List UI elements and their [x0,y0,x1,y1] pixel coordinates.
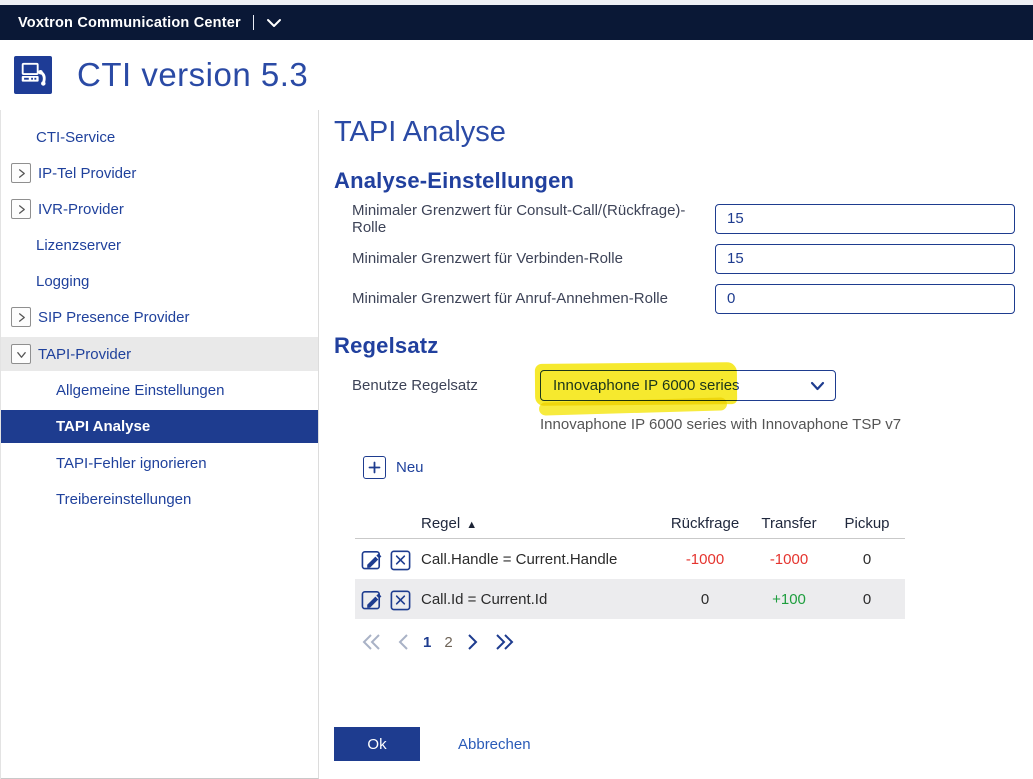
sidebar: CTI-Service IP-Tel Provider IVR-Provider… [1,110,319,779]
add-new-rule-button[interactable]: Neu [363,456,1033,479]
column-header-regel[interactable]: Regel▲ [421,515,661,532]
chevron-right-icon[interactable] [11,199,31,219]
last-page-icon[interactable] [493,633,515,651]
topbar-divider [253,15,254,30]
sidebar-item-tapi-provider[interactable]: TAPI-Provider [1,337,318,371]
chevron-down-icon[interactable] [265,17,283,29]
rule-name: Call.Handle = Current.Handle [421,551,661,568]
ok-button[interactable]: Ok [334,727,420,761]
anruf-annehmen-threshold-input[interactable] [715,284,1015,314]
field-label: Minimaler Grenzwert für Verbinden-Rolle [352,250,715,267]
sidebar-item-ivr-provider[interactable]: IVR-Provider [1,191,318,227]
next-page-icon[interactable] [466,633,480,651]
sidebar-item-treibereinstellungen[interactable]: Treibereinstellungen [1,481,318,517]
first-page-icon[interactable] [361,633,383,651]
table-header-row: Regel▲ Rückfrage Transfer Pickup [355,509,905,539]
page-number[interactable]: 2 [444,634,452,651]
page-title-app: CTI version 5.3 [77,56,308,94]
form-row-consult-call: Minimaler Grenzwert für Consult-Call/(Rü… [352,203,1033,234]
cti-app-icon [14,56,52,94]
delete-icon[interactable] [389,588,412,611]
column-header-transfer[interactable]: Transfer [749,515,829,532]
rueckfrage-value: -1000 [661,551,749,568]
field-label: Minimaler Grenzwert für Consult-Call/(Rü… [352,202,715,236]
rule-name: Call.Id = Current.Id [421,591,661,608]
main-content: TAPI Analyse Analyse-Einstellungen Minim… [319,110,1033,779]
chevron-down-icon[interactable] [11,344,31,364]
app-header: CTI version 5.3 [0,40,1033,110]
new-button-label: Neu [396,459,424,476]
regelsatz-description: Innovaphone IP 6000 series with Innovaph… [540,416,1033,433]
sidebar-item-sip-presence-provider[interactable]: SIP Presence Provider [1,299,318,335]
previous-page-icon[interactable] [396,633,410,651]
pickup-value: 0 [829,551,905,568]
page-number-current[interactable]: 1 [423,634,431,651]
chevron-down-icon [810,379,825,396]
transfer-value: -1000 [749,551,829,568]
pagination: 1 2 [361,628,1033,656]
regelsatz-selected-value: Innovaphone IP 6000 series [553,377,740,394]
edit-icon[interactable] [361,588,384,611]
verbinden-threshold-input[interactable] [715,244,1015,274]
pickup-value: 0 [829,591,905,608]
topbar: Voxtron Communication Center [0,5,1033,40]
consult-call-threshold-input[interactable] [715,204,1015,234]
section-heading-regelsatz: Regelsatz [334,333,1033,359]
section-heading-analyse: Analyse-Einstellungen [334,168,1033,194]
edit-icon[interactable] [361,548,384,571]
regelsatz-select-row: Benutze Regelsatz Innovaphone IP 6000 se… [352,369,1033,401]
column-header-rueckfrage[interactable]: Rückfrage [661,515,749,532]
form-row-anruf-annehmen: Minimaler Grenzwert für Anruf-Annehmen-R… [352,283,1033,314]
chevron-right-icon[interactable] [11,307,31,327]
regelsatz-select[interactable]: Innovaphone IP 6000 series [540,370,836,401]
column-header-pickup[interactable]: Pickup [829,515,905,532]
transfer-value: +100 [749,591,829,608]
rueckfrage-value: 0 [661,591,749,608]
rules-table: Regel▲ Rückfrage Transfer Pickup [355,509,905,619]
regelsatz-select-wrap: Innovaphone IP 6000 series [540,370,836,401]
footer-actions: Ok Abbrechen [334,727,531,761]
sidebar-item-lizenzserver[interactable]: Lizenzserver [1,227,318,263]
form-row-verbinden: Minimaler Grenzwert für Verbinden-Rolle [352,243,1033,274]
sidebar-item-logging[interactable]: Logging [1,263,318,299]
sidebar-item-allgemeine-einstellungen[interactable]: Allgemeine Einstellungen [1,372,318,408]
plus-icon [363,456,386,479]
sidebar-item-tapi-analyse[interactable]: TAPI Analyse [1,410,318,443]
field-label: Benutze Regelsatz [352,377,540,394]
content-layout: CTI-Service IP-Tel Provider IVR-Provider… [0,110,1033,779]
sidebar-item-cti-service[interactable]: CTI-Service [1,119,318,155]
sidebar-item-tapi-fehler-ignorieren[interactable]: TAPI-Fehler ignorieren [1,445,318,481]
table-row: Call.Handle = Current.Handle -1000 -1000… [355,539,905,579]
sort-ascending-icon: ▲ [466,519,477,531]
page-title: TAPI Analyse [334,116,1033,149]
table-row: Call.Id = Current.Id 0 +100 0 [355,579,905,619]
brand-title: Voxtron Communication Center [18,15,241,31]
cancel-link[interactable]: Abbrechen [458,736,531,753]
chevron-right-icon[interactable] [11,163,31,183]
delete-icon[interactable] [389,548,412,571]
field-label: Minimaler Grenzwert für Anruf-Annehmen-R… [352,290,715,307]
sidebar-item-ip-tel-provider[interactable]: IP-Tel Provider [1,155,318,191]
